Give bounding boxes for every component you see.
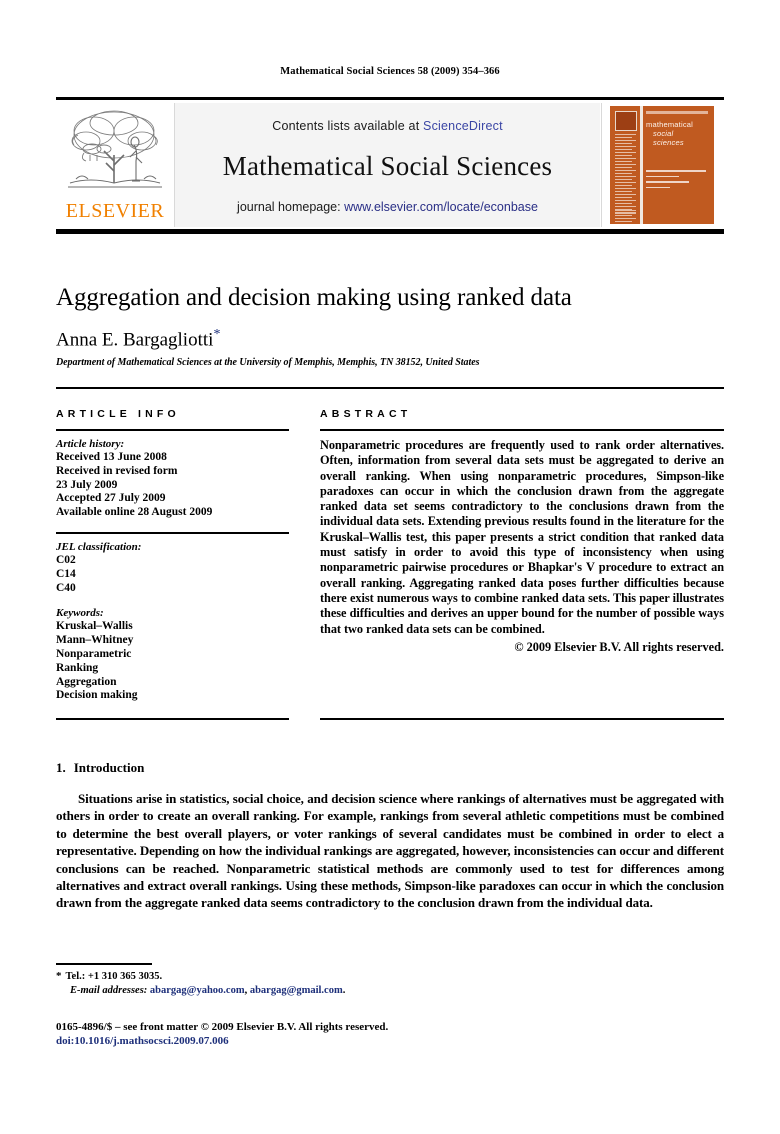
footnote-tel: * Tel.: +1 310 365 3035. xyxy=(56,969,476,984)
introduction-section: 1. Introduction Situations arise in stati… xyxy=(56,760,724,912)
article-info-rule xyxy=(56,429,289,431)
history-item: Available online 28 August 2009 xyxy=(56,506,213,519)
journal-cover-thumbnail: mathematical social sciences xyxy=(601,103,725,227)
author-list: Anna E. Bargagliotti* xyxy=(56,327,724,351)
keyword-item: Mann–Whitney xyxy=(56,634,134,647)
abstract-column: ABSTRACT Nonparametric procedures are fr… xyxy=(320,408,724,655)
abstract-end-rule xyxy=(320,718,724,720)
footnote-block: * Tel.: +1 310 365 3035. E-mail addresses… xyxy=(56,969,476,998)
abstract-rule xyxy=(320,429,724,431)
article-info-column: ARTICLE INFO Article history: Received 1… xyxy=(56,408,289,715)
history-item: Received 13 June 2008 xyxy=(56,451,167,463)
section-title: Introduction xyxy=(73,760,145,775)
elsevier-logo: ELSEVIER xyxy=(56,103,175,227)
colophon-block: 0165-4896/$ – see front matter © 2009 El… xyxy=(56,1020,556,1048)
paper-page: Mathematical Social Sciences 58 (2009) 3… xyxy=(0,0,780,1134)
elsevier-tree-icon xyxy=(68,110,162,188)
keyword-item: Nonparametric xyxy=(56,647,132,660)
jel-label: JEL classification: xyxy=(56,540,142,553)
cover-footer-lines xyxy=(615,210,636,216)
article-history-label: Article history: xyxy=(56,438,125,450)
article-info-heading: ARTICLE INFO xyxy=(56,408,180,420)
journal-homepage-link[interactable]: www.elsevier.com/locate/econbase xyxy=(344,200,538,214)
cover-top-bar xyxy=(646,111,708,114)
cover-emblem-icon xyxy=(615,111,637,131)
article-info-end-rule xyxy=(56,718,289,720)
jel-code: C14 xyxy=(56,567,76,580)
journal-masthead: ELSEVIER Contents lists available at Sci… xyxy=(56,97,725,234)
footnote-marker: * xyxy=(56,970,62,982)
jel-code: C02 xyxy=(56,553,76,566)
email-link-yahoo[interactable]: abargag@yahoo.com xyxy=(150,985,245,996)
contents-available-text: Contents lists available at xyxy=(272,119,424,133)
history-item: Received in revised form xyxy=(56,464,178,477)
keywords-group: Keywords: Kruskal–Wallis Mann–Whitney No… xyxy=(56,607,289,703)
author-footnote-marker[interactable]: * xyxy=(213,327,220,342)
running-head: Mathematical Social Sciences 58 (2009) 3… xyxy=(280,66,500,77)
footnote-emails: E-mail addresses: abargag@yahoo.com, aba… xyxy=(56,984,476,998)
history-item: Accepted 27 July 2009 xyxy=(56,492,166,505)
section-number: 1. xyxy=(56,760,66,775)
cover-title-line-3: sciences xyxy=(653,138,684,147)
title-separator-rule xyxy=(56,387,724,389)
keyword-item: Decision making xyxy=(56,689,138,702)
title-block: Aggregation and decision making using ra… xyxy=(56,283,724,368)
cover-title-line-2: social xyxy=(653,129,674,138)
cover-editor-lines xyxy=(646,170,706,192)
issn-copyright-line: 0165-4896/$ – see front matter © 2009 El… xyxy=(56,1021,389,1033)
homepage-label: journal homepage: xyxy=(237,200,345,214)
journal-banner: Contents lists available at ScienceDirec… xyxy=(175,103,600,227)
footnote-tel-text: Tel.: +1 310 365 3035. xyxy=(65,971,163,982)
article-history-group: Article history: Received 13 June 2008 R… xyxy=(56,438,289,520)
jel-code: C40 xyxy=(56,581,76,594)
doi-link[interactable]: doi:10.1016/j.mathsocsci.2009.07.006 xyxy=(56,1034,556,1048)
footnote-separator-rule xyxy=(56,963,152,965)
elsevier-wordmark: ELSEVIER xyxy=(65,200,165,222)
cover-title-line-1: mathematical xyxy=(646,120,694,129)
jel-classification-group: JEL classification: C02 C14 C40 xyxy=(56,541,289,595)
keywords-label: Keywords: xyxy=(56,607,104,620)
author-name: Anna E. Bargagliotti xyxy=(56,329,214,351)
keyword-item: Ranking xyxy=(56,661,99,674)
cover-journal-title: mathematical social sciences xyxy=(646,120,710,147)
article-info-divider xyxy=(56,531,289,534)
contents-available-line: Contents lists available at ScienceDirec… xyxy=(175,119,600,133)
history-item: 23 July 2009 xyxy=(56,478,118,491)
introduction-paragraph: Situations arise in statistics, social c… xyxy=(56,791,724,911)
keyword-item: Aggregation xyxy=(56,675,117,688)
keyword-item: Kruskal–Wallis xyxy=(56,620,133,633)
masthead-bottom-rule xyxy=(56,229,724,234)
email-addresses-label: E-mail addresses: xyxy=(70,985,148,996)
journal-title: Mathematical Social Sciences xyxy=(222,151,553,181)
journal-homepage-line: journal homepage: www.elsevier.com/locat… xyxy=(175,200,600,214)
abstract-heading: ABSTRACT xyxy=(320,408,412,420)
sciencedirect-link[interactable]: ScienceDirect xyxy=(423,119,503,133)
abstract-copyright: © 2009 Elsevier B.V. All rights reserved… xyxy=(514,639,724,654)
cover-spine xyxy=(640,106,643,224)
email-link-gmail[interactable]: abargag@gmail.com xyxy=(250,985,343,996)
masthead-top-rule xyxy=(56,97,724,100)
page-title: Aggregation and decision making using ra… xyxy=(56,284,572,311)
abstract-text: Nonparametric procedures are frequently … xyxy=(320,438,724,636)
email-end-punct: . xyxy=(342,985,346,996)
section-heading: 1. Introduction xyxy=(56,760,724,776)
author-affiliation: Department of Mathematical Sciences at t… xyxy=(56,357,480,369)
